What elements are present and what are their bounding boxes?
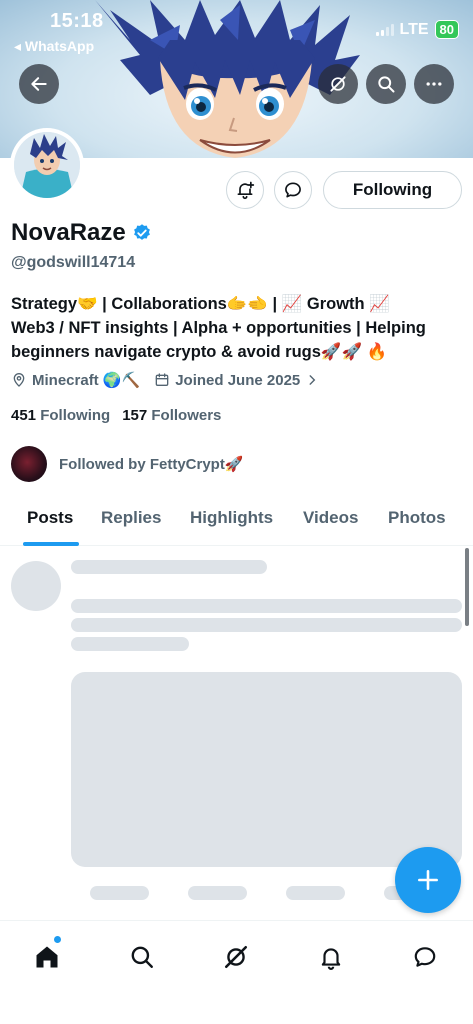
- active-tab-indicator: [23, 542, 79, 546]
- profile-tabs: Posts Replies Highlights Videos Photos: [0, 496, 473, 546]
- nav-search[interactable]: [124, 939, 160, 975]
- bio-line: beginners navigate crypto & avoid rugs🚀🚀…: [11, 343, 388, 361]
- location-item: Minecraft 🌍⛏️: [11, 371, 140, 389]
- back-button[interactable]: [19, 64, 59, 104]
- skeleton-action: [286, 886, 345, 900]
- nav-notifications[interactable]: [313, 939, 349, 975]
- following-count-link[interactable]: 451 Following: [11, 407, 110, 424]
- skeleton-line: [71, 599, 462, 613]
- grok-icon: [224, 945, 248, 969]
- message-button[interactable]: [274, 171, 312, 209]
- display-name: NovaRaze: [11, 219, 126, 246]
- followers-count: 157: [122, 407, 148, 424]
- skeleton-media: [71, 672, 462, 867]
- profile-avatar[interactable]: [10, 128, 84, 202]
- network-type: LTE: [399, 20, 429, 38]
- nav-messages[interactable]: [407, 939, 443, 975]
- following-count: 451: [11, 407, 37, 424]
- home-icon: [36, 946, 58, 968]
- bottom-navigation: [0, 920, 473, 1024]
- bio-line: Strategy🤝 | Collaborations🫱🫲 | 📈 Growth …: [11, 295, 390, 313]
- messages-icon: [414, 947, 436, 967]
- skeleton-avatar: [11, 561, 61, 611]
- tab-photos[interactable]: Photos: [388, 508, 446, 528]
- search-icon: [131, 946, 153, 968]
- followers-label: Followers: [151, 407, 222, 424]
- bell-plus-icon: [237, 181, 255, 200]
- notify-button[interactable]: [226, 171, 264, 209]
- location-text: Minecraft 🌍⛏️: [32, 372, 141, 389]
- following-button[interactable]: Following: [323, 171, 462, 209]
- profile-bio: Strategy🤝 | Collaborations🫱🫲 | 📈 Growth …: [11, 292, 463, 364]
- unread-indicator: [54, 936, 61, 943]
- signal-icon: [375, 23, 394, 36]
- status-bar: 15:18 ◂ WhatsApp LTE 80: [0, 0, 473, 56]
- profile-banner[interactable]: 15:18 ◂ WhatsApp LTE 80: [0, 0, 473, 158]
- follow-counts: 451 Following 157 Followers: [11, 407, 221, 424]
- grok-button[interactable]: [318, 64, 358, 104]
- chevron-right-icon: [309, 375, 316, 385]
- tab-posts[interactable]: Posts: [27, 508, 73, 528]
- bio-line: Web3 / NFT insights | Alpha + opportunit…: [11, 319, 426, 337]
- tab-highlights[interactable]: Highlights: [190, 508, 273, 528]
- search-icon: [378, 76, 395, 93]
- calendar-icon: [155, 373, 169, 386]
- tab-replies[interactable]: Replies: [101, 508, 161, 528]
- back-to-app-link[interactable]: ◂ WhatsApp: [14, 38, 94, 55]
- scrollbar[interactable]: [465, 548, 469, 626]
- profile-meta: Minecraft 🌍⛏️ Joined June 2025: [11, 371, 319, 389]
- followed-by-text: Followed by FettyCrypt🚀: [59, 456, 244, 473]
- chat-bubble-icon: [285, 182, 301, 198]
- display-name-row: NovaRaze: [11, 219, 152, 247]
- verified-badge-icon[interactable]: [132, 223, 152, 243]
- skeleton-line: [71, 637, 189, 651]
- search-button[interactable]: [366, 64, 406, 104]
- skeleton-action: [188, 886, 247, 900]
- grok-icon: [330, 76, 346, 92]
- notifications-icon: [321, 948, 341, 970]
- user-handle: @godswill14714: [11, 254, 136, 271]
- compose-post-button[interactable]: [395, 847, 461, 913]
- more-button[interactable]: [414, 64, 454, 104]
- location-pin-icon: [13, 373, 25, 387]
- joined-text: Joined June 2025: [175, 371, 301, 389]
- battery-icon: 80: [434, 20, 459, 39]
- skeleton-action: [90, 886, 149, 900]
- status-time: 15:18: [50, 10, 104, 32]
- follower-avatar: [11, 446, 47, 482]
- tab-videos[interactable]: Videos: [303, 508, 358, 528]
- more-icon: [426, 82, 442, 86]
- arrow-left-icon: [31, 77, 47, 91]
- nav-home[interactable]: [29, 939, 65, 975]
- status-indicators: LTE 80: [375, 20, 459, 39]
- following-label: Following: [40, 407, 111, 424]
- skeleton-line: [71, 560, 267, 574]
- skeleton-line: [71, 618, 462, 632]
- nav-grok[interactable]: [218, 939, 254, 975]
- followers-count-link[interactable]: 157 Followers: [122, 407, 221, 424]
- followed-by-row[interactable]: Followed by FettyCrypt🚀: [11, 446, 244, 482]
- joined-item[interactable]: Joined June 2025: [154, 372, 319, 389]
- plus-icon: [418, 870, 438, 890]
- avatar-illustration: [14, 132, 80, 198]
